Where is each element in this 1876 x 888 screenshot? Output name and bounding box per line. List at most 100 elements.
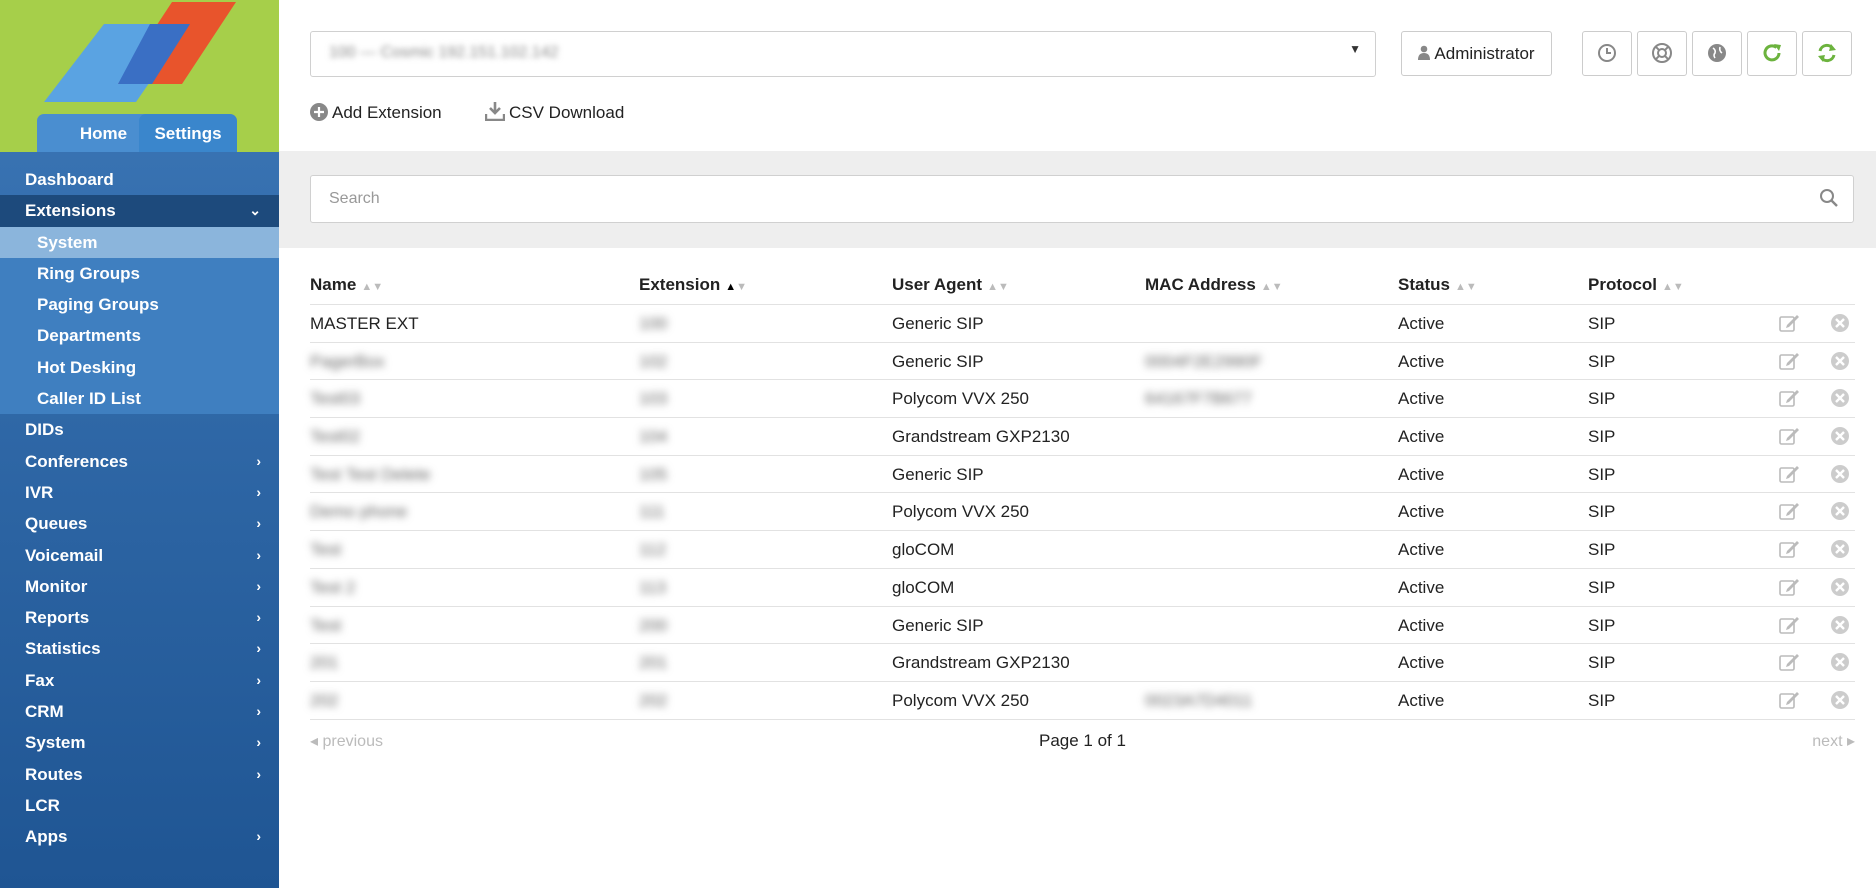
delete-icon[interactable] <box>1829 350 1851 377</box>
sidebar-item-queues[interactable]: Queues › <box>0 508 279 539</box>
sidebar-item-label: Statistics <box>25 639 101 659</box>
cell-ext: 105 <box>639 464 668 484</box>
table-row[interactable]: Test03 103 Polycom VVX 250 64167F7B677 Activ… <box>310 380 1855 419</box>
sidebar-item-dashboard[interactable]: Dashboard <box>0 164 279 195</box>
sidebar-item-apps[interactable]: Apps › <box>0 821 279 852</box>
previous-label: previous <box>322 733 383 750</box>
domain-select[interactable]: 100 — Cosmic 192.151.102.142 ▼ <box>310 31 1376 77</box>
clock-button[interactable] <box>1582 31 1632 76</box>
submenu-item-caller-id-list[interactable]: Caller ID List <box>0 383 279 414</box>
refresh-button[interactable] <box>1747 31 1797 76</box>
delete-icon[interactable] <box>1829 576 1851 603</box>
page-indicator: Page 1 of 1 <box>1039 731 1126 750</box>
column-header-user-agent[interactable]: User Agent ▲▼ <box>892 275 1009 295</box>
cell-mac: 0004F2E2990F <box>1145 351 1263 371</box>
tab-settings[interactable]: Settings <box>139 114 237 152</box>
delete-icon[interactable] <box>1829 425 1851 452</box>
sidebar-item-fax[interactable]: Fax › <box>0 665 279 696</box>
pagination: ◂ previous Page 1 of 1 next ▸ <box>310 728 1855 756</box>
table-row[interactable]: Test 112 gloCOM Active SIP <box>310 531 1855 569</box>
edit-icon[interactable] <box>1778 425 1800 452</box>
delete-icon[interactable] <box>1829 500 1851 527</box>
administrator-button[interactable]: Administrator <box>1401 31 1552 76</box>
cell-status: Active <box>1398 351 1445 371</box>
edit-icon[interactable] <box>1778 312 1800 339</box>
chevron-right-icon: › <box>256 671 261 688</box>
search-input[interactable]: Search <box>310 175 1854 223</box>
delete-icon[interactable] <box>1829 538 1851 565</box>
help-button[interactable] <box>1637 31 1687 76</box>
table-row[interactable]: 202 202 Polycom VVX 250 0023A7D4011 Active SI… <box>310 682 1855 720</box>
sidebar-item-system[interactable]: System › <box>0 727 279 758</box>
cell-protocol: SIP <box>1588 351 1616 371</box>
previous-page-link[interactable]: ◂ previous <box>310 731 383 751</box>
column-header-extension[interactable]: Extension ▲▼ <box>639 275 747 295</box>
sidebar-item-reports[interactable]: Reports › <box>0 602 279 633</box>
chevron-right-icon: › <box>256 703 261 720</box>
sidebar-item-monitor[interactable]: Monitor › <box>0 571 279 602</box>
sync-icon <box>1818 43 1836 63</box>
csv-download-button[interactable]: CSV Download <box>484 100 624 126</box>
table-row[interactable]: MASTER EXT 100 Generic SIP Active SIP <box>310 305 1855 343</box>
cell-ext: 202 <box>639 690 668 710</box>
submenu-item-paging-groups[interactable]: Paging Groups <box>0 289 279 320</box>
edit-icon[interactable] <box>1778 500 1800 527</box>
cell-name: PagerBox <box>310 351 385 371</box>
column-header-status[interactable]: Status ▲▼ <box>1398 275 1477 295</box>
sync-button[interactable] <box>1802 31 1852 76</box>
edit-icon[interactable] <box>1778 387 1800 414</box>
edit-icon[interactable] <box>1778 651 1800 678</box>
table-row[interactable]: 201 201 Grandstream GXP2130 Active SIP <box>310 644 1855 682</box>
delete-icon[interactable] <box>1829 614 1851 641</box>
table-row[interactable]: Test 200 Generic SIP Active SIP <box>310 607 1855 645</box>
edit-icon[interactable] <box>1778 614 1800 641</box>
table-row[interactable]: Test02 104 Grandstream GXP2130 Active SIP <box>310 418 1855 456</box>
table-row[interactable]: PagerBox 102 Generic SIP 0004F2E2990F Active… <box>310 343 1855 381</box>
edit-icon[interactable] <box>1778 576 1800 603</box>
column-header-protocol[interactable]: Protocol ▲▼ <box>1588 275 1684 295</box>
cell-protocol: SIP <box>1588 464 1616 484</box>
delete-icon[interactable] <box>1829 689 1851 716</box>
edit-icon[interactable] <box>1778 689 1800 716</box>
column-header-name[interactable]: Name ▲▼ <box>310 275 383 295</box>
submenu-item-hot-desking[interactable]: Hot Desking <box>0 352 279 383</box>
sidebar-item-statistics[interactable]: Statistics › <box>0 633 279 664</box>
edit-icon[interactable] <box>1778 350 1800 377</box>
cell-protocol: SIP <box>1588 427 1616 447</box>
sidebar-item-lcr[interactable]: LCR <box>0 790 279 821</box>
submenu-item-ring-groups[interactable]: Ring Groups <box>0 258 279 289</box>
next-page-link[interactable]: next ▸ <box>1812 731 1855 751</box>
chevron-right-icon: › <box>256 828 261 845</box>
sidebar-item-extensions[interactable]: Extensions ⌄ <box>0 195 279 227</box>
delete-icon[interactable] <box>1829 387 1851 414</box>
cell-ext: 112 <box>639 540 667 560</box>
sidebar-item-crm[interactable]: CRM › <box>0 696 279 727</box>
table-row[interactable]: Test 2 113 gloCOM Active SIP <box>310 569 1855 607</box>
submenu-item-departments[interactable]: Departments <box>0 320 279 351</box>
download-icon <box>484 102 506 122</box>
sidebar-item-label: CRM <box>25 702 64 722</box>
sidebar-item-voicemail[interactable]: Voicemail › <box>0 540 279 571</box>
table-row[interactable]: Demo phone 111 Polycom VVX 250 Active SIP <box>310 493 1855 532</box>
administrator-label: Administrator <box>1434 44 1535 63</box>
sidebar-item-dids[interactable]: DIDs <box>0 414 279 445</box>
delete-icon[interactable] <box>1829 312 1851 339</box>
edit-icon[interactable] <box>1778 538 1800 565</box>
submenu-item-system[interactable]: System <box>0 226 279 258</box>
sort-icon: ▲▼ <box>1454 281 1477 293</box>
cell-status: Active <box>1398 690 1445 710</box>
sidebar-item-ivr[interactable]: IVR › <box>0 477 279 508</box>
chevron-down-icon: ⌄ <box>249 202 261 219</box>
column-label: Extension <box>639 275 721 294</box>
sidebar-item-routes[interactable]: Routes › <box>0 759 279 790</box>
delete-icon[interactable] <box>1829 651 1851 678</box>
edit-icon[interactable] <box>1778 463 1800 490</box>
language-button[interactable] <box>1692 31 1742 76</box>
delete-icon[interactable] <box>1829 463 1851 490</box>
cell-agent: Polycom VVX 250 <box>892 389 1030 409</box>
cell-protocol: SIP <box>1588 690 1616 710</box>
table-row[interactable]: Test Test Delete 105 Generic SIP Active SIP <box>310 456 1855 494</box>
column-header-mac-address[interactable]: MAC Address ▲▼ <box>1145 275 1283 295</box>
sidebar-item-conferences[interactable]: Conferences › <box>0 446 279 477</box>
add-extension-button[interactable]: Add Extension <box>310 100 442 126</box>
